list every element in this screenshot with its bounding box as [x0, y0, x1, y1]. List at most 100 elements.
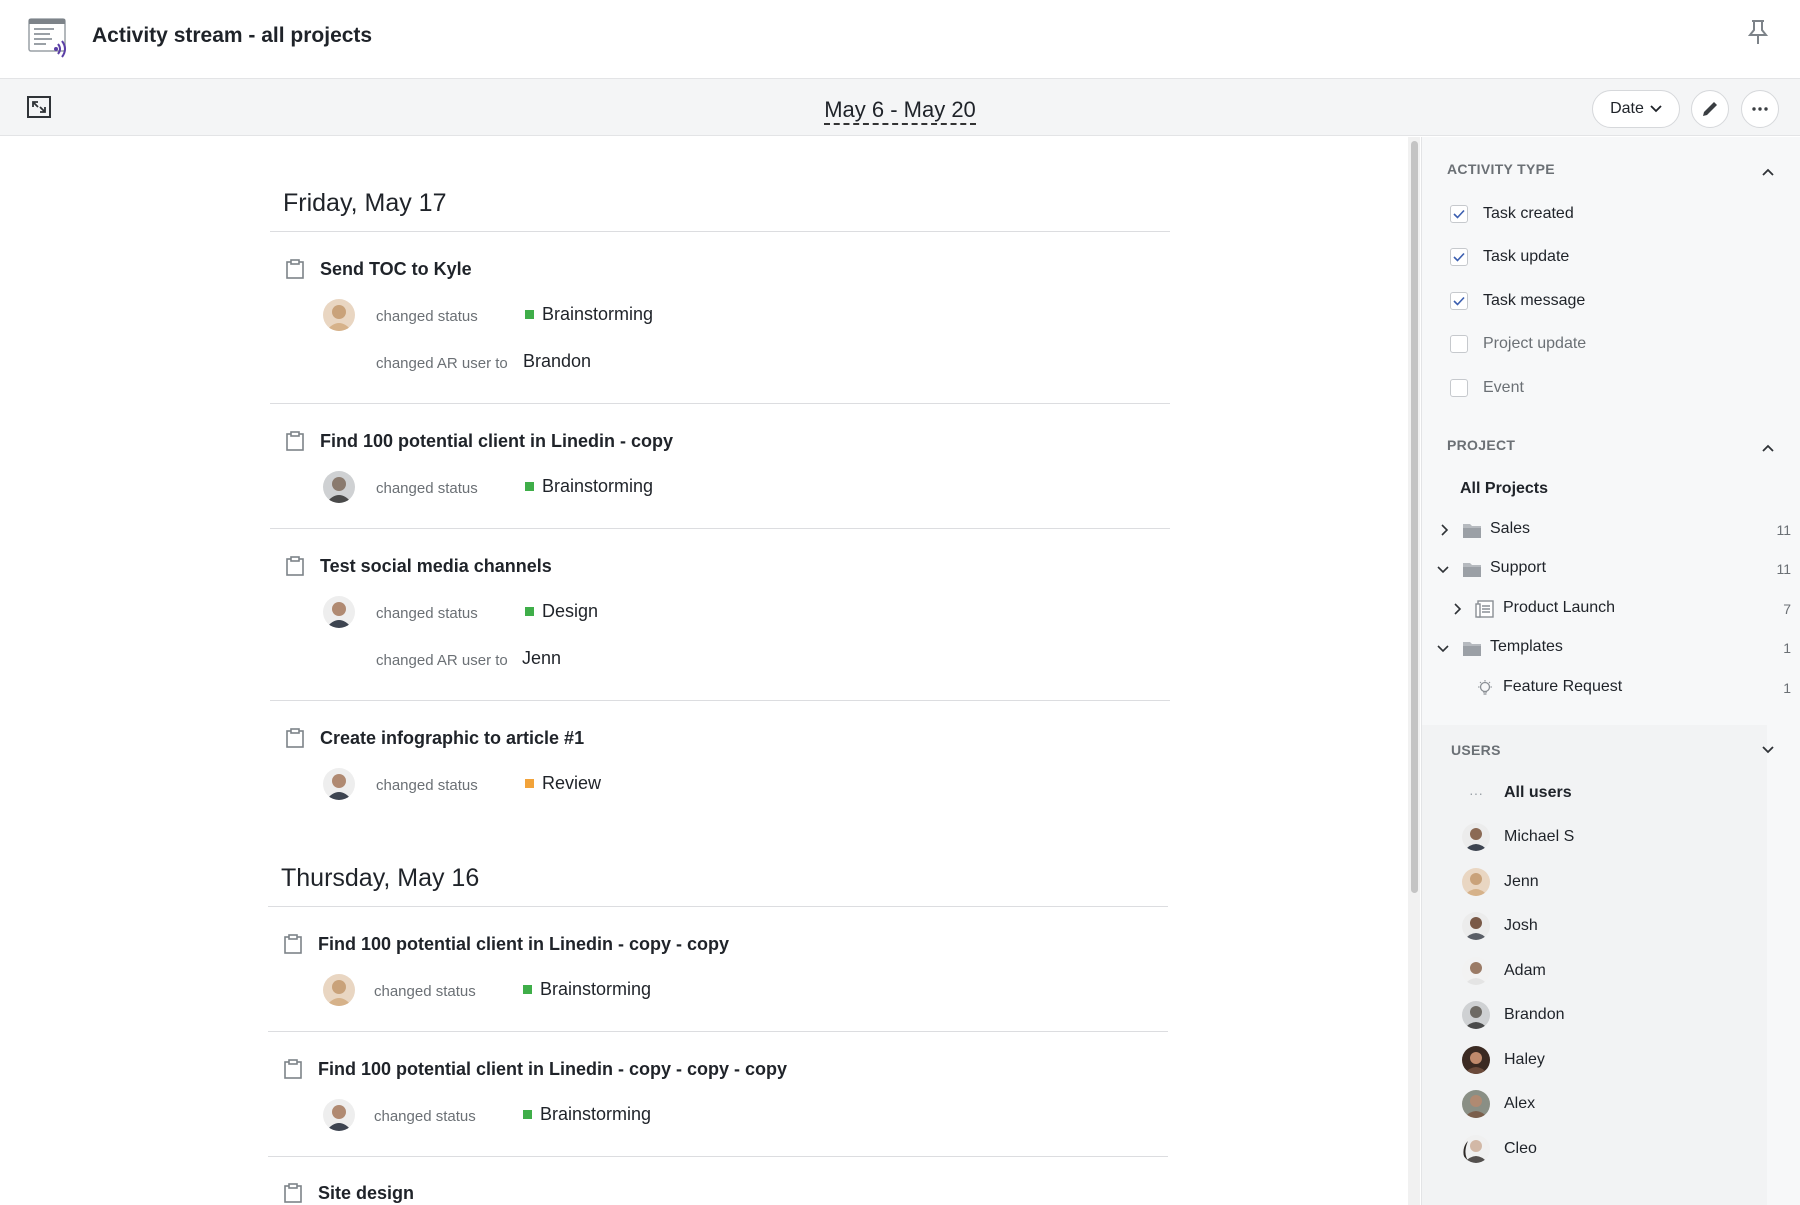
avatar	[1462, 1090, 1490, 1118]
task-title[interactable]: Send TOC to Kyle	[320, 259, 472, 280]
section-title-project: PROJECT	[1447, 437, 1516, 453]
divider	[270, 700, 1170, 701]
task-title[interactable]: Create infographic to article #1	[320, 728, 584, 749]
pencil-icon	[1703, 102, 1717, 116]
status-color-dot	[525, 482, 534, 491]
assigned-user-value: Brandon	[523, 351, 592, 371]
sort-date-dropdown[interactable]: Date	[1592, 90, 1680, 128]
chevron-right-icon[interactable]	[1438, 524, 1450, 536]
checkbox[interactable]	[1450, 379, 1468, 397]
change-label: changed status	[376, 480, 478, 497]
filter-label: Project update	[1483, 335, 1587, 352]
filter-label: Task message	[1483, 292, 1586, 309]
project-item-support[interactable]: Support 11	[1422, 556, 1800, 584]
app-header: Activity stream - all projects	[0, 0, 1800, 79]
task-title[interactable]: Find 100 potential client in Linedin - c…	[318, 934, 729, 955]
user-item[interactable]: Adam	[1462, 955, 1546, 987]
avatar	[323, 471, 355, 503]
filter-project-update[interactable]: Project update	[1450, 331, 1586, 357]
check-icon	[1453, 252, 1465, 262]
avatar	[1462, 912, 1490, 940]
project-label: Templates	[1490, 638, 1563, 655]
task-title[interactable]: Test social media channels	[320, 556, 552, 577]
user-item-all-users[interactable]: ··· All users	[1462, 777, 1572, 809]
chevron-up-icon[interactable]	[1761, 165, 1775, 179]
date-range-selector[interactable]: May 6 - May 20	[0, 97, 1800, 125]
task-title[interactable]: Site design	[318, 1183, 414, 1204]
project-label: Sales	[1490, 520, 1531, 537]
project-item-sales[interactable]: Sales 11	[1422, 517, 1800, 545]
folder-icon	[1463, 563, 1481, 577]
user-item[interactable]: Alex	[1462, 1088, 1535, 1120]
filter-task-message[interactable]: Task message	[1450, 288, 1585, 314]
status-value: Review	[525, 773, 601, 794]
user-item[interactable]: Haley	[1462, 1044, 1545, 1076]
user-name: All users	[1504, 784, 1572, 801]
avatar	[1462, 823, 1490, 851]
checkbox[interactable]	[1450, 292, 1468, 310]
filter-task-update[interactable]: Task update	[1450, 244, 1569, 270]
checkbox[interactable]	[1450, 248, 1468, 266]
folder-icon	[1463, 524, 1481, 538]
project-label: Product Launch	[1503, 599, 1616, 616]
day-heading: Friday, May 17	[283, 189, 447, 217]
checkbox[interactable]	[1450, 335, 1468, 353]
project-item-feature-request[interactable]: Feature Request 1	[1422, 675, 1800, 703]
chevron-down-icon[interactable]	[1437, 642, 1449, 654]
status-color-dot	[523, 1110, 532, 1119]
avatar	[323, 768, 355, 800]
filter-label: Task created	[1483, 205, 1574, 222]
folder-icon	[1463, 642, 1481, 656]
activity-feed: Friday, May 17 Send TOC to Kyle changed …	[0, 137, 1408, 1205]
project-label: Feature Request	[1503, 678, 1623, 695]
more-dots-icon: ···	[1469, 785, 1483, 801]
task-icon	[286, 259, 304, 279]
pin-icon[interactable]	[1746, 18, 1770, 46]
scrollbar-thumb[interactable]	[1411, 141, 1418, 893]
user-item[interactable]: Jenn	[1462, 866, 1539, 898]
project-count: 7	[1783, 601, 1791, 617]
task-title[interactable]: Find 100 potential client in Linedin - c…	[320, 431, 673, 452]
task-icon	[286, 728, 304, 748]
user-name: Jenn	[1504, 873, 1539, 890]
user-item[interactable]: Brandon	[1462, 999, 1565, 1031]
filter-panel: ACTIVITY TYPE Task created Task update T…	[1421, 137, 1800, 1205]
user-item[interactable]: Josh	[1462, 910, 1538, 942]
user-name: Michael S	[1504, 828, 1575, 845]
user-item[interactable]: Cleo	[1462, 1133, 1537, 1165]
filter-label: Task update	[1483, 248, 1570, 265]
chevron-right-icon[interactable]	[1451, 603, 1463, 615]
filter-task-created[interactable]: Task created	[1450, 201, 1574, 227]
project-all-projects[interactable]: All Projects	[1460, 480, 1548, 498]
checkbox[interactable]	[1450, 205, 1468, 223]
edit-button[interactable]	[1691, 90, 1729, 128]
avatar	[323, 974, 355, 1006]
more-options-button[interactable]	[1741, 90, 1779, 128]
section-title-activity-type: ACTIVITY TYPE	[1447, 161, 1555, 177]
chevron-down-icon[interactable]	[1761, 743, 1775, 757]
check-icon	[1453, 296, 1465, 306]
status-value: Brainstorming	[525, 304, 653, 325]
user-item[interactable]: Michael S	[1462, 821, 1574, 853]
user-name: Josh	[1504, 917, 1538, 934]
project-item-templates[interactable]: Templates 1	[1422, 635, 1800, 663]
change-label: changed status	[374, 1108, 476, 1125]
chevron-up-icon[interactable]	[1761, 441, 1775, 455]
project-item-product-launch[interactable]: Product Launch 7	[1422, 596, 1800, 624]
filter-event[interactable]: Event	[1450, 375, 1524, 401]
status-color-dot	[525, 310, 534, 319]
task-icon	[284, 1059, 302, 1079]
task-title[interactable]: Find 100 potential client in Linedin - c…	[318, 1059, 787, 1080]
activity-stream-icon	[28, 18, 66, 58]
project-count: 1	[1783, 680, 1791, 696]
task-icon	[284, 934, 302, 954]
avatar	[1462, 1135, 1490, 1163]
chevron-down-icon[interactable]	[1437, 563, 1449, 575]
avatar	[323, 1099, 355, 1131]
status-color-dot	[523, 985, 532, 994]
day-heading: Thursday, May 16	[281, 864, 480, 892]
project-label: Support	[1490, 559, 1547, 576]
section-title-users: USERS	[1451, 742, 1501, 758]
toolbar: May 6 - May 20 Date	[0, 79, 1800, 136]
task-icon	[284, 1183, 302, 1203]
